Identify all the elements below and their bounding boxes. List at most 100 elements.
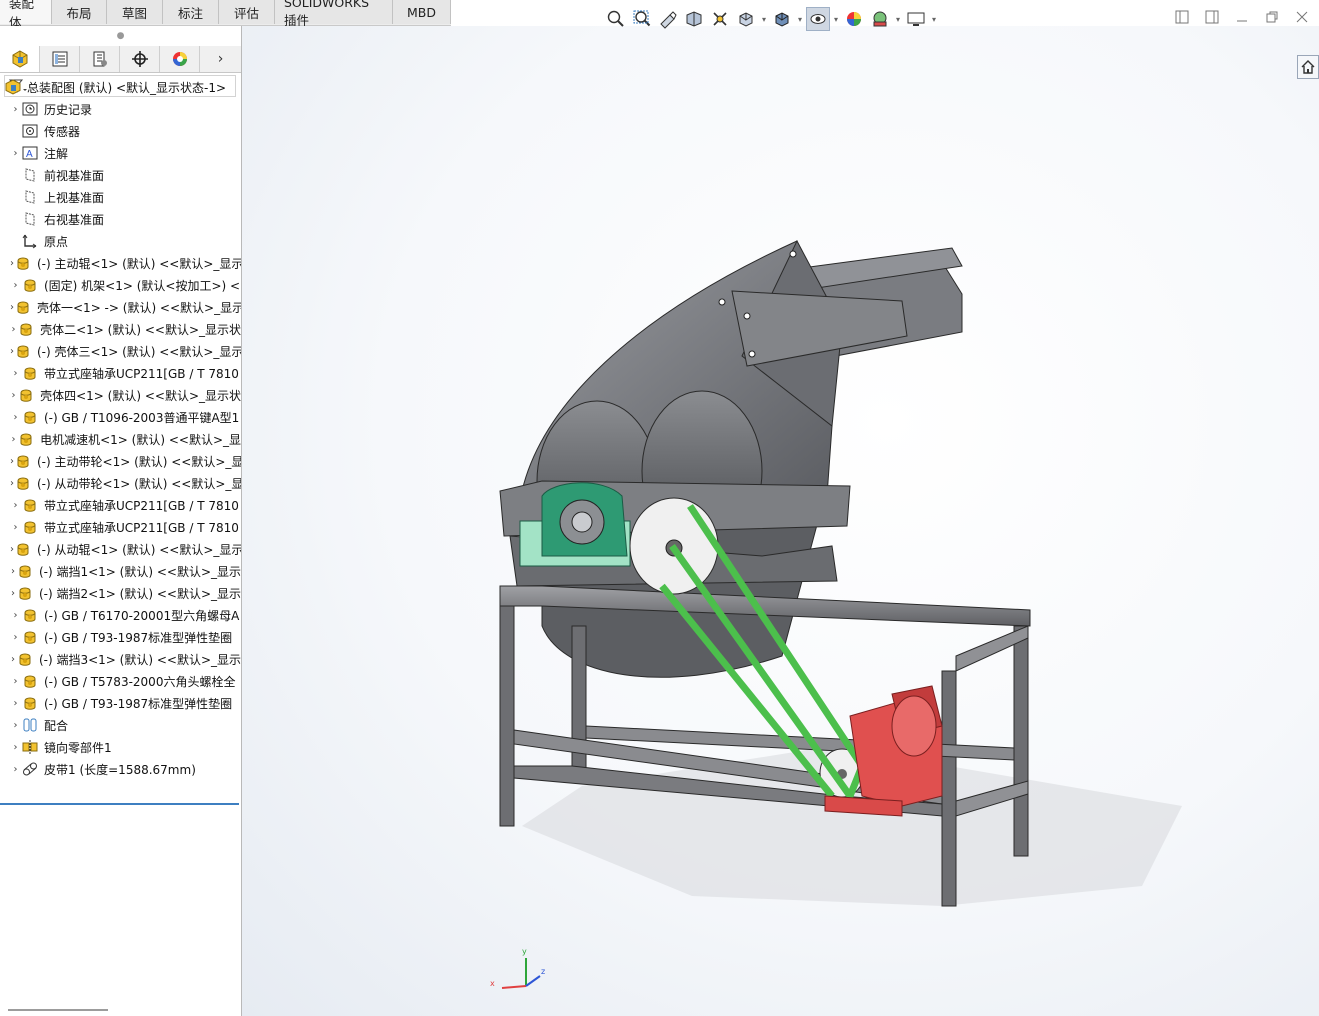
tree-item-label: 右视基准面	[44, 212, 105, 227]
tab-assembly[interactable]: 装配体	[0, 0, 52, 30]
display-style-dropdown[interactable]: ▾	[796, 7, 804, 31]
expand-arrow-icon[interactable]: ›	[10, 720, 21, 731]
tree-item[interactable]: › A 注解	[0, 142, 241, 164]
collapse-right-icon[interactable]	[1203, 8, 1221, 26]
tree-item[interactable]: › 壳体四<1> (默认) <<默认>_显示状	[0, 384, 241, 406]
expand-arrow-icon[interactable]: ›	[10, 412, 21, 423]
tree-item[interactable]: › (-) 端挡3<1> (默认) <<默认>_显示	[0, 648, 241, 670]
expand-arrow-icon[interactable]: ›	[10, 742, 21, 753]
tree-item[interactable]: 传感器	[0, 120, 241, 142]
part-icon	[14, 342, 32, 360]
expand-arrow-icon[interactable]: ›	[10, 148, 21, 159]
part-icon	[21, 408, 39, 426]
tree-item-label: (-) 从动辊<1> (默认) <<默认>_显示	[37, 542, 241, 557]
expand-arrow-icon[interactable]: ›	[10, 390, 17, 401]
tree-item[interactable]: › 带立式座轴承UCP211[GB / T 7810	[0, 516, 241, 538]
zoom-to-fit-icon[interactable]	[604, 7, 628, 31]
restore-icon[interactable]	[1263, 8, 1281, 26]
tree-item[interactable]: › 壳体二<1> (默认) <<默认>_显示状	[0, 318, 241, 340]
view-orientation-dropdown[interactable]: ▾	[760, 7, 768, 31]
expand-arrow-icon[interactable]: ›	[10, 676, 21, 687]
tree-item[interactable]: › (-) 壳体三<1> (默认) <<默认>_显示	[0, 340, 241, 362]
expand-arrow-icon[interactable]: ›	[10, 434, 17, 445]
home-view-icon[interactable]	[1297, 55, 1319, 79]
view-settings-icon[interactable]	[904, 7, 928, 31]
minimize-icon[interactable]	[1233, 8, 1251, 26]
hide-show-dropdown[interactable]: ▾	[832, 7, 840, 31]
display-manager-icon[interactable]	[160, 46, 200, 72]
tree-item[interactable]: › 带立式座轴承UCP211[GB / T 7810	[0, 494, 241, 516]
mirror-component-icon	[21, 738, 39, 756]
horizontal-scrollbar[interactable]	[8, 1009, 108, 1011]
tree-item[interactable]: › 镜向零部件1	[0, 736, 241, 758]
graphics-area[interactable]: y x z	[242, 26, 1319, 1016]
tree-item[interactable]: › 壳体一<1> -> (默认) <<默认>_显示	[0, 296, 241, 318]
view-settings-dropdown[interactable]: ▾	[930, 7, 938, 31]
tree-item-label: 带立式座轴承UCP211[GB / T 7810	[44, 498, 239, 513]
tree-item[interactable]: › (-) 从动带轮<1> (默认) <<默认>_显	[0, 472, 241, 494]
apply-scene-dropdown[interactable]: ▾	[894, 7, 902, 31]
expand-arrow-icon[interactable]: ›	[10, 764, 21, 775]
dimxpert-icon[interactable]	[120, 46, 160, 72]
tree-item[interactable]: › (-) 从动辊<1> (默认) <<默认>_显示	[0, 538, 241, 560]
more-tabs-chevron-icon[interactable]: ›	[200, 46, 241, 72]
tree-item[interactable]: 右视基准面	[0, 208, 241, 230]
tree-item-label: 上视基准面	[44, 190, 105, 205]
tab-markup[interactable]: 标注	[163, 0, 219, 24]
tab-sketch[interactable]: 草图	[107, 0, 163, 24]
apply-scene-icon[interactable]	[868, 7, 892, 31]
tree-item[interactable]: 原点	[0, 230, 241, 252]
tree-item[interactable]: › (-) GB / T5783-2000六角头螺栓全	[0, 670, 241, 692]
display-style-icon[interactable]	[770, 7, 794, 31]
dynamic-annotation-icon[interactable]	[708, 7, 732, 31]
part-icon	[14, 474, 32, 492]
tree-item[interactable]: › 历史记录	[0, 98, 241, 120]
view-orientation-icon[interactable]	[734, 7, 758, 31]
tree-item-label: (-) GB / T93-1987标准型弹性垫圈	[44, 696, 233, 711]
expand-arrow-icon[interactable]: ›	[10, 632, 21, 643]
expand-arrow-icon[interactable]: ›	[10, 324, 17, 335]
tab-evaluate[interactable]: 评估	[219, 0, 275, 24]
part-icon	[14, 298, 32, 316]
hide-show-items-icon[interactable]	[806, 7, 830, 31]
tree-root[interactable]: 总装配图 (默认) <默认_显示状态-1>	[0, 76, 241, 98]
feature-manager-icon[interactable]	[0, 46, 40, 72]
tree-item[interactable]: › 带立式座轴承UCP211[GB / T 7810	[0, 362, 241, 384]
tree-item-label: (-) 从动带轮<1> (默认) <<默认>_显	[37, 476, 241, 491]
expand-arrow-icon[interactable]: ›	[10, 698, 21, 709]
close-icon[interactable]	[1293, 8, 1311, 26]
expand-arrow-icon[interactable]: ›	[10, 522, 21, 533]
tab-mbd[interactable]: MBD	[393, 0, 451, 24]
tree-item[interactable]: › 皮带1 (长度=1588.67mm)	[0, 758, 241, 780]
property-manager-icon[interactable]	[40, 46, 80, 72]
collapse-left-icon[interactable]	[1173, 8, 1191, 26]
tree-item[interactable]: › (固定) 机架<1> (默认<按加工>) <	[0, 274, 241, 296]
tree-item[interactable]: › (-) GB / T93-1987标准型弹性垫圈	[0, 626, 241, 648]
crusher-assembly-model[interactable]	[242, 26, 1319, 1016]
tree-item[interactable]: 前视基准面	[0, 164, 241, 186]
tree-item[interactable]: › (-) GB / T6170-20001型六角螺母A	[0, 604, 241, 626]
tree-item[interactable]: › (-) 端挡1<1> (默认) <<默认>_显示	[0, 560, 241, 582]
tree-item[interactable]: › (-) GB / T1096-2003普通平键A型1	[0, 406, 241, 428]
tree-item[interactable]: › (-) GB / T93-1987标准型弹性垫圈	[0, 692, 241, 714]
expand-arrow-icon[interactable]: ›	[10, 610, 21, 621]
previous-view-icon[interactable]	[656, 7, 680, 31]
tree-item[interactable]: › (-) 端挡2<1> (默认) <<默认>_显示	[0, 582, 241, 604]
zoom-to-area-icon[interactable]	[630, 7, 654, 31]
configuration-manager-icon[interactable]	[80, 46, 120, 72]
edit-appearance-icon[interactable]	[842, 7, 866, 31]
tree-item[interactable]: › (-) 主动带轮<1> (默认) <<默认>_显	[0, 450, 241, 472]
tab-solidworks-addins[interactable]: SOLIDWORKS 插件	[275, 0, 393, 28]
tree-item[interactable]: › 配合	[0, 714, 241, 736]
expand-arrow-icon[interactable]: ›	[10, 368, 21, 379]
tree-item[interactable]: › 电机减速机<1> (默认) <<默认>_显	[0, 428, 241, 450]
tab-layout[interactable]: 布局	[52, 0, 107, 24]
expand-arrow-icon[interactable]: ›	[10, 500, 21, 511]
tree-item[interactable]: › (-) 主动辊<1> (默认) <<默认>_显示	[0, 252, 241, 274]
section-view-icon[interactable]	[682, 7, 706, 31]
panel-tabs: ›	[0, 46, 241, 73]
tree-item[interactable]: 上视基准面	[0, 186, 241, 208]
panel-grip[interactable]: ●	[0, 26, 241, 46]
expand-arrow-icon[interactable]: ›	[10, 280, 21, 291]
expand-arrow-icon[interactable]: ›	[10, 104, 21, 115]
